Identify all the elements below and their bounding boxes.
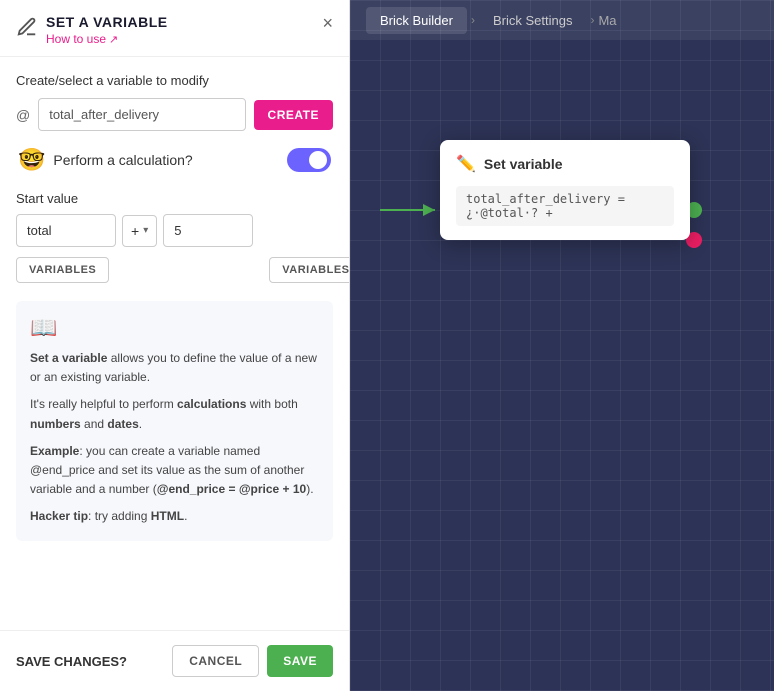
how-to-use-link[interactable]: How to use ↗ (46, 32, 168, 46)
info-p1: Set a variable allows you to define the … (30, 349, 319, 387)
title-block: SET A VARIABLE How to use ↗ (46, 14, 168, 46)
variables-btns-row: VARIABLES VARIABLES (16, 257, 333, 283)
pencil-icon (16, 16, 38, 38)
panel-header: SET A VARIABLE How to use ↗ × (0, 0, 349, 57)
panel-body: Create/select a variable to modify @ CRE… (0, 57, 349, 630)
close-button[interactable]: × (322, 14, 333, 32)
external-link-icon: ↗ (109, 33, 118, 46)
nav-tab-more: Ma (598, 13, 616, 28)
toggle-slider (287, 148, 331, 172)
info-p4: Hacker tip: try adding HTML. (30, 507, 319, 526)
nav-tab-brick-settings[interactable]: Brick Settings (479, 7, 586, 34)
info-box: 📖 Set a variable allows you to define th… (16, 301, 333, 541)
chevron-down-icon: ▾ (143, 225, 148, 236)
start-value-label: Start value (16, 191, 333, 206)
card-formula: total_after_delivery = ¿·@total·? + (456, 186, 674, 226)
cancel-button[interactable]: CANCEL (172, 645, 259, 677)
connector-svg (350, 0, 774, 691)
panel-title: SET A VARIABLE (46, 14, 168, 30)
calculation-toggle[interactable] (287, 148, 331, 172)
panel-footer: SAVE CHANGES? CANCEL SAVE (0, 630, 349, 691)
info-p2: It's really helpful to perform calculati… (30, 395, 319, 433)
variables-button-right[interactable]: VARIABLES (269, 257, 349, 283)
book-icon: 📖 (30, 315, 319, 341)
info-p3: Example: you can create a variable named… (30, 442, 319, 500)
nav-chevron-2: › (590, 13, 594, 27)
card-header: ✏️ Set variable (456, 154, 674, 174)
card-title: Set variable (484, 156, 563, 172)
left-value-input[interactable] (16, 214, 116, 247)
operator-value: + (131, 223, 139, 239)
variables-button-left[interactable]: VARIABLES (16, 257, 109, 283)
at-prefix: @ (16, 107, 30, 123)
header-left: SET A VARIABLE How to use ↗ (16, 14, 168, 46)
left-panel: SET A VARIABLE How to use ↗ × Create/sel… (0, 0, 350, 691)
save-button[interactable]: SAVE (267, 645, 333, 677)
variable-section-label: Create/select a variable to modify (16, 73, 333, 88)
right-canvas: Brick Builder › Brick Settings › Ma ✏️ S… (350, 0, 774, 691)
calculation-row: 🤓 Perform a calculation? (16, 147, 333, 173)
right-value-input[interactable] (163, 214, 253, 247)
calc-left: 🤓 Perform a calculation? (18, 147, 193, 173)
create-button[interactable]: CREATE (254, 100, 333, 130)
variable-card: ✏️ Set variable total_after_delivery = ¿… (440, 140, 690, 240)
variable-input-row: @ CREATE (16, 98, 333, 131)
nav-tab-brick-builder[interactable]: Brick Builder (366, 7, 467, 34)
calculation-label: Perform a calculation? (53, 152, 192, 168)
variable-name-input[interactable] (38, 98, 245, 131)
nav-chevron-1: › (471, 13, 475, 27)
calc-inputs-row: + ▾ (16, 214, 333, 247)
nerd-emoji: 🤓 (18, 147, 45, 173)
info-text: Set a variable allows you to define the … (30, 349, 319, 527)
save-changes-label: SAVE CHANGES? (16, 654, 127, 669)
top-nav: Brick Builder › Brick Settings › Ma (350, 0, 774, 40)
operator-select[interactable]: + ▾ (122, 215, 157, 247)
card-pencil-icon: ✏️ (456, 154, 476, 174)
footer-buttons: CANCEL SAVE (172, 645, 333, 677)
